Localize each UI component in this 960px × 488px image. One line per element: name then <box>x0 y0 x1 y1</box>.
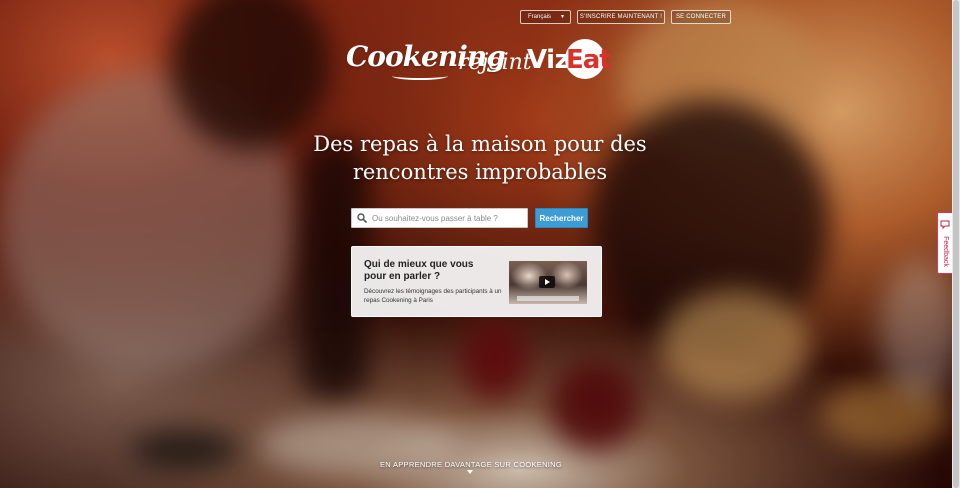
joins-text: rejoint <box>458 50 532 75</box>
vizeat-logo-eat: Eat <box>566 45 612 75</box>
learn-more-link[interactable]: EN APPRENDRE DAVANTAGE SUR COOKENING <box>330 460 612 469</box>
search-icon <box>354 213 370 223</box>
testimonial-card[interactable]: Qui de mieux que vous pour en parler ? D… <box>351 246 602 317</box>
vizeat-logo[interactable]: Viz <box>527 45 570 75</box>
scrollbar-thumb[interactable] <box>953 0 959 488</box>
search-button[interactable]: Rechercher <box>535 208 588 228</box>
testimonial-title: Qui de mieux que vous pour en parler ? <box>364 259 474 282</box>
thumbnail-caption-bar <box>517 296 579 301</box>
feedback-label: Feedback <box>941 235 949 267</box>
headline-line-2: rencontres improbables <box>352 160 608 184</box>
testimonial-video-thumbnail[interactable] <box>509 261 587 304</box>
headline-line-1: Des repas à la maison pour des <box>313 132 647 156</box>
chevron-down-icon[interactable] <box>467 470 473 474</box>
login-button[interactable]: SE CONNECTER <box>671 10 731 24</box>
chevron-down-icon: ▼ <box>560 14 565 20</box>
search-box[interactable] <box>351 208 528 228</box>
play-icon[interactable] <box>539 276 555 288</box>
signup-button[interactable]: S'INSCRIRE MAINTENANT ! <box>577 10 665 24</box>
feedback-tab[interactable]: Feedback <box>937 212 952 274</box>
cookening-logo-swoosh <box>392 72 448 80</box>
language-select-value: Français <box>528 14 552 20</box>
language-select[interactable]: Français ▼ <box>520 10 571 24</box>
search-input[interactable] <box>370 213 527 223</box>
testimonial-description: Découvrez les témoignages des participan… <box>364 288 502 304</box>
hero-headline: Des repas à la maison pour des rencontre… <box>280 130 680 186</box>
page-scrollbar[interactable] <box>952 0 960 488</box>
